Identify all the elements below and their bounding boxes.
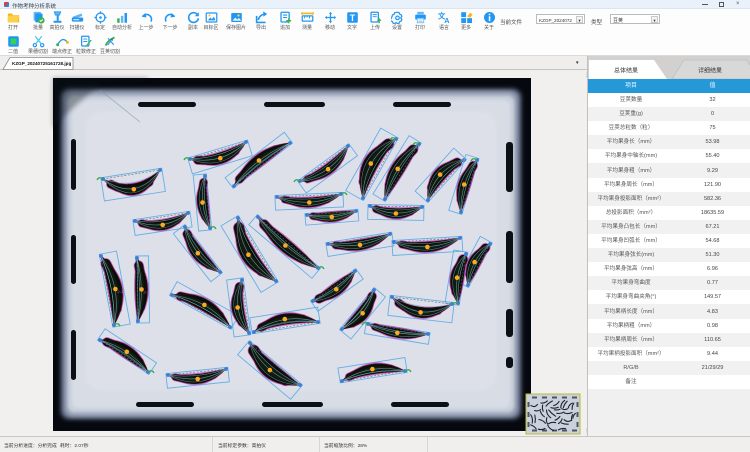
svg-text:T: T [349,13,355,23]
svg-text:2-2: 2-2 [144,289,151,294]
svg-text:A: A [444,16,450,24]
svg-text:2-1: 2-1 [117,289,124,294]
svg-text:总体结果: 总体结果 [614,67,638,75]
svg-text:详细结果: 详细结果 [698,67,722,75]
